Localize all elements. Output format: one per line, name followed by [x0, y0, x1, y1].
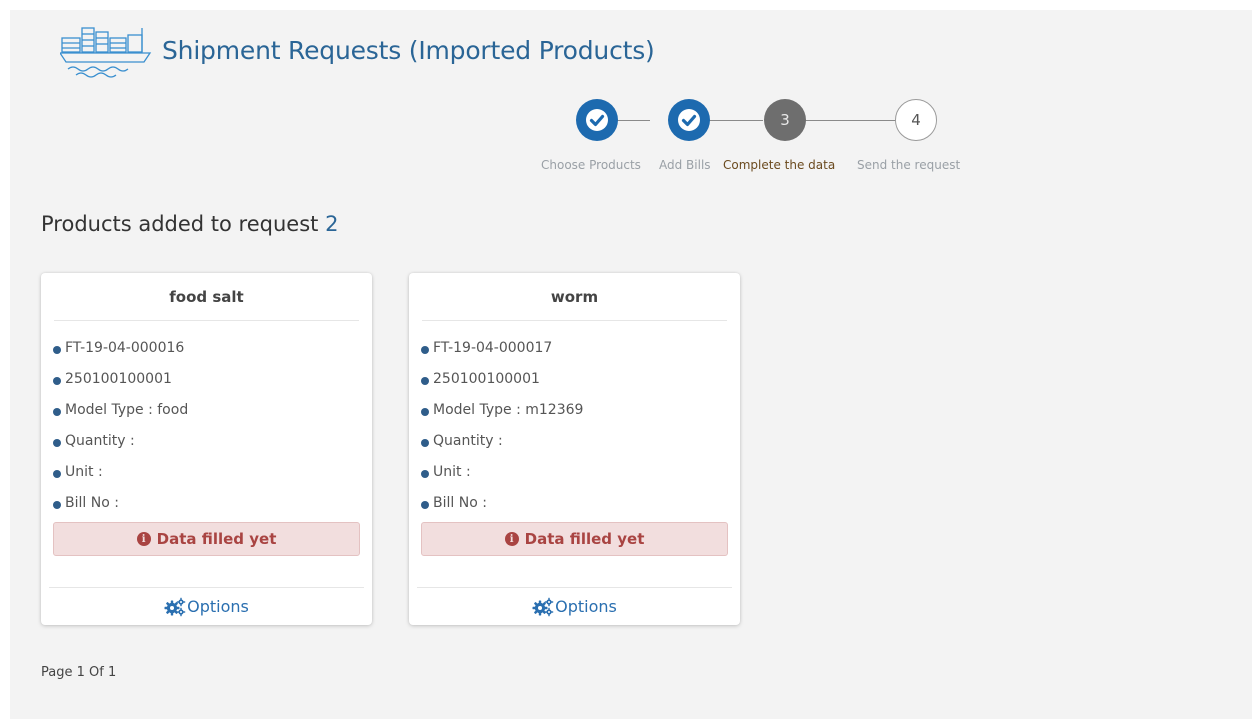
list-item: FT-19-04-000017	[421, 340, 728, 371]
item-text: Bill No :	[433, 495, 487, 511]
product-details-list: FT-19-04-000017 250100100001 Model Type …	[409, 321, 740, 526]
page-header: Shipment Requests (Imported Products)	[60, 20, 655, 80]
options-button[interactable]: Options	[49, 587, 364, 625]
product-details-list: FT-19-04-000016 250100100001 Model Type …	[41, 321, 372, 526]
page-title: Shipment Requests (Imported Products)	[162, 35, 655, 65]
pagination-info: Page 1 Of 1	[41, 665, 117, 680]
cargo-ship-icon	[60, 27, 152, 78]
bullet-icon	[53, 501, 61, 509]
list-item: Quantity :	[421, 433, 728, 464]
bullet-icon	[421, 470, 429, 478]
info-circle-icon: i	[504, 532, 519, 546]
bullet-icon	[421, 501, 429, 509]
step-1-label: Choose Products	[541, 158, 641, 172]
products-heading: Products added to request 2	[41, 212, 338, 236]
product-card: worm FT-19-04-000017 250100100001 Model …	[409, 273, 740, 625]
step-connector	[805, 120, 897, 121]
bullet-icon	[421, 408, 429, 416]
products-count: 2	[325, 212, 339, 236]
options-button[interactable]: Options	[417, 587, 732, 625]
bullet-icon	[53, 377, 61, 385]
item-text: Bill No :	[65, 495, 119, 511]
step-3-label: Complete the data	[723, 158, 836, 172]
bullet-icon	[421, 346, 429, 354]
product-card-title: worm	[422, 273, 727, 321]
list-item: Unit :	[421, 464, 728, 495]
bullet-icon	[53, 439, 61, 447]
list-item: Quantity :	[53, 433, 360, 464]
step-2-label: Add Bills	[659, 158, 711, 172]
cogs-icon	[532, 597, 554, 616]
cogs-icon	[164, 597, 186, 616]
check-icon	[678, 109, 700, 131]
alert-text: Data filled yet	[156, 530, 277, 548]
item-text: 250100100001	[433, 371, 540, 387]
progress-stepper: 3 4 Choose Products Add Bills Complete t…	[537, 98, 987, 178]
bullet-icon	[53, 470, 61, 478]
data-status-alert: i Data filled yet	[53, 522, 360, 556]
item-text: 250100100001	[65, 371, 172, 387]
product-card-title: food salt	[54, 273, 359, 321]
step-2-circle[interactable]	[668, 99, 710, 141]
list-item: Model Type : food	[53, 402, 360, 433]
list-item: Model Type : m12369	[421, 402, 728, 433]
bullet-icon	[421, 439, 429, 447]
bullet-icon	[421, 377, 429, 385]
item-text: Unit :	[433, 464, 471, 480]
item-text: Model Type : food	[65, 402, 189, 418]
page-container: Shipment Requests (Imported Products) 3 …	[10, 10, 1252, 719]
step-3-number: 3	[780, 111, 790, 129]
list-item: FT-19-04-000016	[53, 340, 360, 371]
item-text: Model Type : m12369	[433, 402, 584, 418]
bullet-icon	[53, 408, 61, 416]
step-4-circle[interactable]: 4	[895, 99, 937, 141]
step-1-circle[interactable]	[576, 99, 618, 141]
step-4-number: 4	[911, 111, 921, 129]
item-text: FT-19-04-000017	[433, 340, 553, 356]
list-item: Unit :	[53, 464, 360, 495]
item-text: Unit :	[65, 464, 103, 480]
list-item: 250100100001	[53, 371, 360, 402]
product-card: food salt FT-19-04-000016 250100100001 M…	[41, 273, 372, 625]
options-label: Options	[555, 597, 617, 616]
check-icon	[586, 109, 608, 131]
step-4-label: Send the request	[857, 158, 961, 172]
list-item: 250100100001	[421, 371, 728, 402]
alert-text: Data filled yet	[524, 530, 645, 548]
data-status-alert: i Data filled yet	[421, 522, 728, 556]
products-heading-text: Products added to request	[41, 212, 319, 236]
options-label: Options	[187, 597, 249, 616]
bullet-icon	[53, 346, 61, 354]
info-circle-icon: i	[136, 532, 151, 546]
step-3-circle[interactable]: 3	[764, 99, 806, 141]
step-connector	[705, 120, 763, 121]
item-text: Quantity :	[65, 433, 135, 449]
item-text: FT-19-04-000016	[65, 340, 185, 356]
item-text: Quantity :	[433, 433, 503, 449]
